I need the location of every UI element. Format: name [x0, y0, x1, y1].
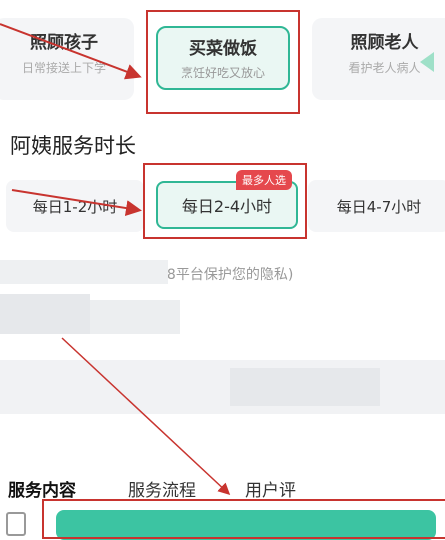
annotation-box-duration	[143, 163, 307, 239]
tab-user-reviews[interactable]: 用户评	[245, 476, 296, 501]
service-card-title: 照顾孩子	[30, 33, 98, 53]
privacy-note-text: 58平台保护您的隐私)	[158, 267, 294, 283]
duration-option-label: 每日1-2小时	[32, 197, 118, 216]
tab-service-content[interactable]: 服务内容	[8, 476, 76, 501]
annotation-box-action	[42, 499, 445, 539]
annotation-box-cooking	[146, 10, 300, 114]
scroll-right-chevron-icon[interactable]	[420, 52, 434, 72]
service-card-desc: 日常接送上下学	[21, 61, 106, 75]
duration-option-4-7h[interactable]: 每日4-7小时	[308, 180, 445, 232]
tab-service-process[interactable]: 服务流程	[128, 476, 196, 501]
duration-heading: 阿姨服务时长	[10, 134, 136, 158]
blurred-region	[0, 294, 90, 334]
service-card-childcare[interactable]: 照顾孩子 日常接送上下学	[0, 18, 134, 100]
duration-option-label: 每日4-7小时	[336, 197, 422, 216]
blurred-region	[0, 260, 168, 284]
blurred-region	[90, 300, 180, 334]
checkbox[interactable]	[6, 512, 26, 536]
service-card-title: 照顾老人	[350, 33, 419, 53]
blurred-region	[230, 368, 380, 406]
duration-option-1-2h[interactable]: 每日1-2小时	[6, 180, 144, 232]
